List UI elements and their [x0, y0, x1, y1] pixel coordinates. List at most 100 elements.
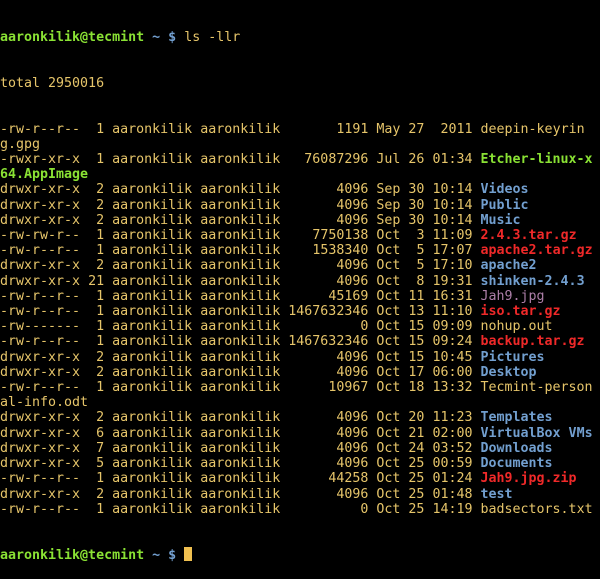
entry-links: 1 — [96, 228, 105, 244]
entry-owner: aaronkilik — [112, 182, 193, 198]
entry-name[interactable]: apache2.tar.gz — [481, 243, 593, 258]
entry-links: 2 — [96, 212, 105, 228]
entry-group: aaronkilik — [200, 273, 281, 289]
entry-links: 2 — [96, 410, 105, 426]
entry-month: Oct — [376, 380, 401, 396]
entry-size: 1538340 — [312, 243, 369, 259]
file-entry: drwxr-xr-x 2 aaronkilik aaronkilik 4096 … — [0, 487, 600, 502]
entry-name[interactable]: badsectors.txt — [481, 502, 593, 517]
entry-month: Oct — [376, 228, 401, 244]
entry-day: 20 — [408, 410, 425, 426]
file-entry: drwxr-xr-x 6 aaronkilik aaronkilik 4096 … — [0, 426, 600, 441]
entry-time: 17:07 — [432, 243, 473, 259]
entry-owner: aaronkilik — [112, 288, 193, 304]
entry-month: Sep — [376, 212, 401, 228]
entry-name[interactable]: Jah9.jpg.zip — [480, 471, 576, 486]
entry-time: 13:32 — [432, 380, 473, 396]
entry-links: 6 — [96, 425, 105, 441]
entry-group: aaronkilik — [200, 258, 281, 274]
terminal[interactable]: aaronkilik@tecmint ~ $ ls -llr total 295… — [0, 0, 600, 579]
entry-month: Oct — [376, 471, 401, 487]
entry-size: 4096 — [336, 212, 369, 228]
command-text: ls -llr — [184, 30, 241, 46]
entry-group: aaronkilik — [200, 425, 281, 441]
entry-time: 10:14 — [432, 197, 473, 213]
entry-group: aaronkilik — [200, 121, 281, 137]
entry-day: 24 — [408, 440, 425, 456]
entry-name[interactable]: Jah9.jpg — [480, 289, 544, 304]
entry-time: 09:24 — [432, 334, 473, 350]
entry-group: aaronkilik — [200, 304, 281, 320]
entry-name[interactable]: Etcher-linux-x64.AppImage — [0, 152, 593, 182]
file-entry: -rw------- 1 aaronkilik aaronkilik 0 Oct… — [0, 319, 600, 334]
entry-links: 1 — [96, 288, 105, 304]
entry-name[interactable]: shinken-2.4.3 — [481, 274, 585, 289]
entry-name[interactable]: Desktop — [481, 365, 537, 380]
entry-size: 4096 — [336, 349, 369, 365]
entry-name[interactable]: Videos — [481, 182, 529, 197]
entry-perms: -rw-r--r-- — [0, 243, 81, 259]
entry-name[interactable]: iso.tar.gz — [480, 304, 560, 319]
entry-name[interactable]: Tecmint-personal-info.odt — [0, 380, 593, 410]
entry-name[interactable]: nohup.out — [481, 319, 553, 334]
entry-time: 11:09 — [432, 228, 473, 244]
file-entry: drwxr-xr-x 5 aaronkilik aaronkilik 4096 … — [0, 456, 600, 471]
entry-perms: drwxr-xr-x — [0, 410, 81, 426]
entry-owner: aaronkilik — [112, 319, 193, 335]
entry-day: 17 — [408, 364, 425, 380]
entry-time: 2011 — [440, 121, 473, 137]
entry-size: 0 — [360, 501, 369, 517]
entry-size: 76087296 — [304, 152, 369, 168]
entry-name[interactable]: Templates — [481, 410, 553, 425]
entry-name[interactable]: deepin-keyring.gpg — [0, 122, 585, 152]
entry-size: 4096 — [336, 486, 369, 502]
entry-size: 4096 — [336, 410, 369, 426]
entry-time: 14:19 — [432, 501, 473, 517]
entry-group: aaronkilik — [200, 471, 281, 487]
entry-size: 4096 — [336, 182, 369, 198]
entry-size: 45169 — [328, 288, 369, 304]
entry-links: 1 — [96, 319, 105, 335]
entry-group: aaronkilik — [200, 364, 281, 380]
entry-perms: drwxr-xr-x — [0, 258, 81, 274]
entry-month: Oct — [376, 425, 401, 441]
entry-size: 0 — [360, 319, 369, 335]
entry-name[interactable]: apache2 — [481, 258, 537, 273]
entry-day: 3 — [416, 228, 425, 244]
entry-owner: aaronkilik — [112, 243, 193, 259]
entry-links: 1 — [96, 334, 105, 350]
entry-time: 11:10 — [432, 304, 473, 320]
entry-owner: aaronkilik — [112, 212, 193, 228]
entry-day: 15 — [408, 349, 425, 365]
entry-name[interactable]: Downloads — [481, 441, 553, 456]
entry-perms: -rw-r--r-- — [0, 471, 81, 487]
entry-name[interactable]: Public — [481, 198, 529, 213]
entry-size: 4096 — [336, 273, 369, 289]
entry-size: 4096 — [336, 440, 369, 456]
entry-name[interactable]: Music — [481, 213, 521, 228]
entry-owner: aaronkilik — [112, 364, 193, 380]
entry-time: 19:31 — [432, 273, 473, 289]
entry-perms: -rw-r--r-- — [0, 304, 81, 320]
entry-size: 10967 — [328, 380, 369, 396]
entry-owner: aaronkilik — [112, 501, 193, 517]
entry-name[interactable]: Documents — [481, 456, 553, 471]
file-entry: -rw-rw-r-- 1 aaronkilik aaronkilik 77501… — [0, 228, 600, 243]
active-prompt-line[interactable]: aaronkilik@tecmint ~ $ — [0, 547, 600, 563]
entry-name[interactable]: VirtualBox VMs — [481, 426, 593, 441]
entry-name[interactable]: Pictures — [481, 350, 545, 365]
entry-owner: aaronkilik — [112, 197, 193, 213]
entry-perms: drwxr-xr-x — [0, 182, 81, 198]
entry-name[interactable]: test — [481, 487, 513, 502]
entry-name[interactable]: 2.4.3.tar.gz — [481, 228, 577, 243]
entry-name[interactable]: backup.tar.gz — [480, 334, 584, 349]
entry-perms: drwxr-xr-x — [0, 425, 81, 441]
entry-perms: -rw-rw-r-- — [0, 228, 81, 244]
command-line: aaronkilik@tecmint ~ $ ls -llr — [0, 30, 600, 45]
file-entry: -rw-r--r-- 1 aaronkilik aaronkilik 15383… — [0, 243, 600, 258]
entry-links: 7 — [96, 440, 105, 456]
file-entry: drwxr-xr-x 2 aaronkilik aaronkilik 4096 … — [0, 410, 600, 425]
file-entry: drwxr-xr-x 2 aaronkilik aaronkilik 4096 … — [0, 365, 600, 380]
entry-day: 15 — [408, 319, 425, 335]
entry-perms: -rw-r--r-- — [0, 501, 81, 517]
